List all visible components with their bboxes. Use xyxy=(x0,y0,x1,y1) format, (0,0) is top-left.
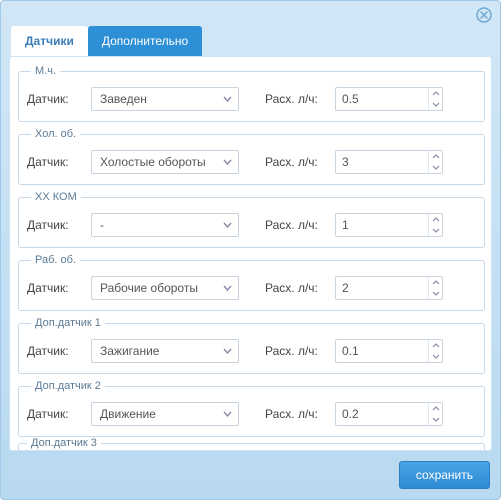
close-icon[interactable] xyxy=(476,7,492,23)
stepper-buttons xyxy=(428,403,442,425)
group-row: Датчик: Рабочие обороты Расх. л/ч: xyxy=(27,276,476,300)
group-title: М.ч. xyxy=(31,65,60,77)
chevron-down-icon xyxy=(222,283,232,293)
stepper-up[interactable] xyxy=(429,277,442,288)
rate-input[interactable] xyxy=(336,403,428,425)
sensor-select[interactable]: Рабочие обороты xyxy=(91,276,239,300)
rate-input[interactable] xyxy=(336,151,428,173)
rate-label: Расх. л/ч: xyxy=(265,407,327,421)
save-button[interactable]: сохранить xyxy=(399,461,490,489)
stepper-buttons xyxy=(428,277,442,299)
rate-input[interactable] xyxy=(336,88,428,110)
panel: М.ч. Датчик: Заведен Расх. л/ч: xyxy=(9,56,492,451)
group-title: Доп.датчик 1 xyxy=(31,317,105,329)
stepper-up[interactable] xyxy=(429,340,442,351)
rate-stepper[interactable] xyxy=(335,213,443,237)
sensor-select[interactable]: Заведен xyxy=(91,87,239,111)
rate-label: Расх. л/ч: xyxy=(265,155,327,169)
sensor-label: Датчик: xyxy=(27,218,83,232)
sensor-label: Датчик: xyxy=(27,407,83,421)
rate-label: Расх. л/ч: xyxy=(265,344,327,358)
rate-input[interactable] xyxy=(336,277,428,299)
group-holob: Хол. об. Датчик: Холостые обороты Расх. … xyxy=(18,128,485,185)
dialog-header xyxy=(1,1,500,26)
chevron-down-icon xyxy=(222,346,232,356)
rate-stepper[interactable] xyxy=(335,276,443,300)
dialog-footer: сохранить xyxy=(1,451,500,499)
rate-input[interactable] xyxy=(336,340,428,362)
sensor-select-value: Заведен xyxy=(100,92,147,106)
stepper-down[interactable] xyxy=(429,288,442,299)
chevron-down-icon xyxy=(222,409,232,419)
sensor-label: Датчик: xyxy=(27,155,83,169)
group-row: Датчик: Движение Расх. л/ч: xyxy=(27,402,476,426)
sensor-select-value: Холостые обороты xyxy=(100,155,206,169)
rate-stepper[interactable] xyxy=(335,339,443,363)
sensor-select[interactable]: Зажигание xyxy=(91,339,239,363)
stepper-buttons xyxy=(428,340,442,362)
stepper-buttons xyxy=(428,214,442,236)
stepper-down[interactable] xyxy=(429,351,442,362)
group-row: Датчик: - Расх. л/ч: xyxy=(27,213,476,237)
rate-stepper[interactable] xyxy=(335,402,443,426)
sensor-select[interactable]: - xyxy=(91,213,239,237)
stepper-down[interactable] xyxy=(429,414,442,425)
group-title: ХХ КОМ xyxy=(31,191,81,203)
sensor-label: Датчик: xyxy=(27,92,83,106)
group-xxkom: ХХ КОМ Датчик: - Расх. л/ч: xyxy=(18,191,485,248)
sensor-select[interactable]: Холостые обороты xyxy=(91,150,239,174)
group-dop3: Доп.датчик 3 xyxy=(18,443,485,450)
sensor-select-value: - xyxy=(100,218,104,232)
stepper-buttons xyxy=(428,151,442,173)
sensor-label: Датчик: xyxy=(27,344,83,358)
stepper-up[interactable] xyxy=(429,151,442,162)
scroll-area[interactable]: М.ч. Датчик: Заведен Расх. л/ч: xyxy=(10,57,491,450)
chevron-down-icon xyxy=(222,157,232,167)
stepper-buttons xyxy=(428,88,442,110)
stepper-up[interactable] xyxy=(429,88,442,99)
group-rabob: Раб. об. Датчик: Рабочие обороты Расх. л… xyxy=(18,254,485,311)
group-row: Датчик: Холостые обороты Расх. л/ч: xyxy=(27,150,476,174)
stepper-up[interactable] xyxy=(429,403,442,414)
stepper-up[interactable] xyxy=(429,214,442,225)
group-row: Датчик: Зажигание Расх. л/ч: xyxy=(27,339,476,363)
chevron-down-icon xyxy=(222,94,232,104)
chevron-down-icon xyxy=(222,220,232,230)
dialog: Датчики Дополнительно М.ч. Датчик: Завед… xyxy=(0,0,501,500)
group-mch: М.ч. Датчик: Заведен Расх. л/ч: xyxy=(18,65,485,122)
tab-additional[interactable]: Дополнительно xyxy=(88,26,202,56)
sensor-select-value: Движение xyxy=(100,407,156,421)
group-title: Доп.датчик 3 xyxy=(27,437,101,449)
sensor-select[interactable]: Движение xyxy=(91,402,239,426)
stepper-down[interactable] xyxy=(429,225,442,236)
sensor-select-value: Зажигание xyxy=(100,344,159,358)
tab-bar: Датчики Дополнительно xyxy=(1,26,500,56)
group-title: Хол. об. xyxy=(31,128,80,140)
group-title: Раб. об. xyxy=(31,254,80,266)
stepper-down[interactable] xyxy=(429,99,442,110)
rate-stepper[interactable] xyxy=(335,87,443,111)
rate-label: Расх. л/ч: xyxy=(265,281,327,295)
tab-sensors[interactable]: Датчики xyxy=(11,26,88,56)
stepper-down[interactable] xyxy=(429,162,442,173)
sensor-label: Датчик: xyxy=(27,281,83,295)
rate-label: Расх. л/ч: xyxy=(265,92,327,106)
group-dop2: Доп.датчик 2 Датчик: Движение Расх. л/ч: xyxy=(18,380,485,437)
rate-stepper[interactable] xyxy=(335,150,443,174)
rate-input[interactable] xyxy=(336,214,428,236)
sensor-select-value: Рабочие обороты xyxy=(100,281,198,295)
group-row: Датчик: Заведен Расх. л/ч: xyxy=(27,87,476,111)
group-title: Доп.датчик 2 xyxy=(31,380,105,392)
rate-label: Расх. л/ч: xyxy=(265,218,327,232)
group-dop1: Доп.датчик 1 Датчик: Зажигание Расх. л/ч… xyxy=(18,317,485,374)
